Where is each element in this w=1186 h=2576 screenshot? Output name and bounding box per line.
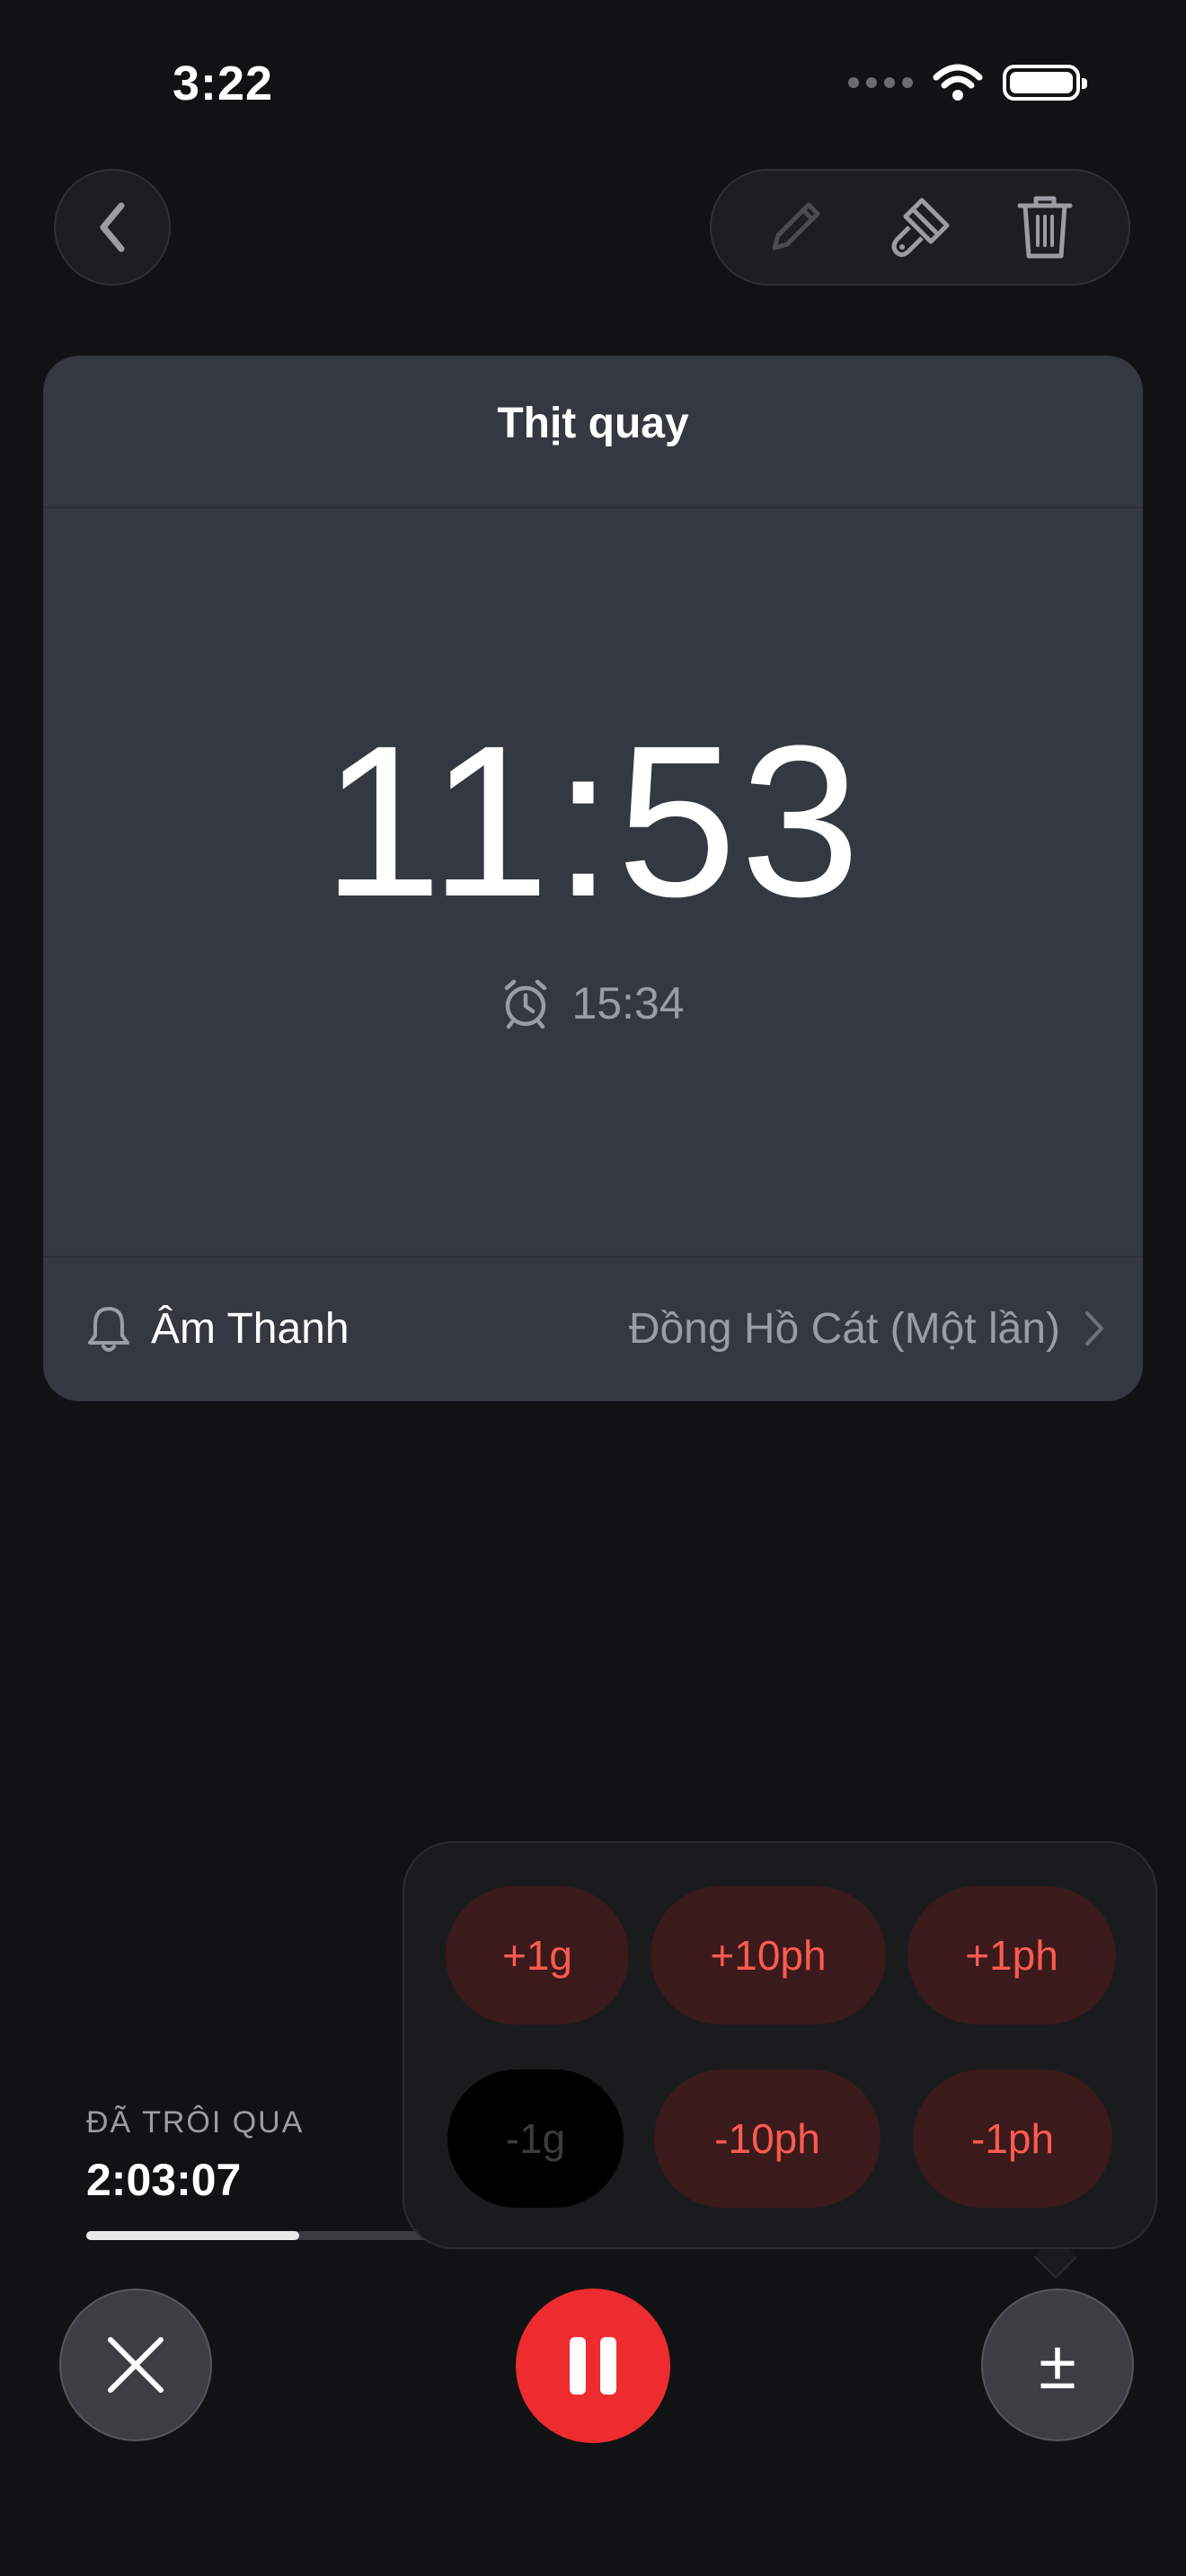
theme-button[interactable] (880, 187, 960, 268)
timer-title: Thịt quay (497, 400, 689, 447)
elapsed-progress-fill (86, 2231, 300, 2240)
timer-card: Thịt quay 11:53 15:34 Âm Thanh Đồng Hồ C… (43, 356, 1143, 1401)
sound-setting-row[interactable]: Âm Thanh Đồng Hồ Cát (Một lần) (86, 1256, 1105, 1401)
add-1-minute-button[interactable]: +1ph (907, 1886, 1116, 2025)
end-time-row: 15:34 (43, 977, 1143, 1029)
cellular-signal-icon (848, 77, 913, 88)
wifi-icon (933, 64, 983, 101)
sound-label: Âm Thanh (151, 1304, 350, 1353)
pencil-icon (772, 202, 820, 251)
status-time: 3:22 (173, 57, 274, 110)
adjust-time-popup: +1g +10ph +1ph -1g -10ph -1ph (403, 1841, 1157, 2249)
divider (43, 507, 1143, 508)
chevron-right-icon (1085, 1311, 1103, 1345)
chevron-left-icon (100, 202, 125, 252)
delete-button[interactable] (1005, 187, 1085, 268)
elapsed-value: 2:03:07 (86, 2155, 242, 2205)
bell-icon (88, 1307, 129, 1352)
elapsed-label: ĐÃ TRÔI QUA (86, 2105, 305, 2139)
sound-value: Đồng Hồ Cát (Một lần) (628, 1304, 1060, 1353)
timer-actions-toolbar (710, 169, 1130, 286)
x-icon (108, 2337, 164, 2393)
trash-icon (1017, 196, 1073, 259)
subtract-10-minutes-button[interactable]: -10ph (654, 2069, 881, 2208)
alarm-clock-icon (505, 979, 547, 1029)
pause-button[interactable] (516, 2289, 670, 2443)
add-1-hour-button[interactable]: +1g (446, 1886, 629, 2025)
add-10-minutes-button[interactable]: +10ph (651, 1886, 886, 2025)
edit-button[interactable] (755, 187, 836, 268)
pause-icon (570, 2337, 586, 2395)
status-indicators (848, 63, 1087, 102)
subtract-1-hour-button[interactable]: -1g (447, 2069, 624, 2208)
countdown-display: 11:53 (322, 701, 864, 941)
paintbrush-icon (891, 198, 950, 258)
subtract-1-minute-button[interactable]: -1ph (913, 2069, 1112, 2208)
cancel-timer-button[interactable] (59, 2289, 212, 2441)
adjust-time-button[interactable]: ± (981, 2289, 1134, 2441)
back-button[interactable] (54, 169, 171, 286)
end-time: 15:34 (571, 978, 685, 1028)
battery-icon (1003, 65, 1087, 101)
